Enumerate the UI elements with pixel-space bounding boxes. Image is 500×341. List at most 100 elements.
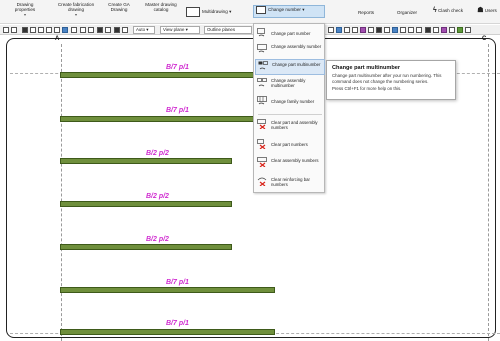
create-ga-drawing-button[interactable]: Create GA Drawing xyxy=(102,2,136,12)
beam[interactable] xyxy=(60,158,232,164)
snap-extra-icon[interactable] xyxy=(465,27,471,33)
menu-item-label: Clear part numbers xyxy=(271,142,308,147)
menu-item-clear-part-and-assembly-numbers[interactable]: Clear part and assembly numbers xyxy=(255,118,325,134)
snap-override-icon[interactable] xyxy=(416,27,422,33)
master-drawing-catalog-button[interactable]: Master drawing catalog xyxy=(142,2,180,12)
outline-planes-select[interactable]: Outline planes xyxy=(204,26,252,34)
users-icon: ☗ xyxy=(477,7,484,14)
beam[interactable] xyxy=(60,72,275,78)
select-cut-icon[interactable] xyxy=(71,27,77,33)
snap-line-icon[interactable] xyxy=(368,27,374,33)
zoom-select[interactable]: Auto ▾ xyxy=(133,26,155,34)
menu-item-change-family-number[interactable]: Change family number xyxy=(255,95,325,109)
search-icon[interactable] xyxy=(3,27,9,33)
menu-item-change-part-number[interactable]: Change part number xyxy=(255,27,325,41)
menu-item-change-assembly-number[interactable]: Change assembly number xyxy=(255,43,325,57)
zoom-select-value: Auto xyxy=(136,27,146,32)
view-toolbar: Auto ▾ View plane ▾ Outline planes xyxy=(0,25,500,35)
select-bolt-icon[interactable] xyxy=(54,27,60,33)
select-surface-icon[interactable] xyxy=(105,27,111,33)
snap-point-icon[interactable] xyxy=(457,27,463,33)
menu-item-clear-assembly-numbers[interactable]: Clear assembly numbers xyxy=(255,156,325,172)
clear-part-and-assembly-numbers-icon xyxy=(257,119,266,129)
snap-nearest-icon[interactable] xyxy=(376,27,382,33)
change-part-multinumber-icon xyxy=(258,61,268,70)
select-plane-icon[interactable] xyxy=(122,27,128,33)
ribbon: Drawing properties ▾ Create fabrication … xyxy=(0,0,500,24)
snap-extension-icon[interactable] xyxy=(400,27,406,33)
beam-label: B/7 p/1 xyxy=(166,279,189,286)
change-assembly-number-icon xyxy=(257,44,267,53)
create-fabrication-drawing-button[interactable]: Create fabrication drawing ▾ xyxy=(54,2,98,17)
snap-perpendicular-icon[interactable] xyxy=(360,27,366,33)
users-button[interactable]: ☗ Users xyxy=(474,7,500,14)
snap-grid-icon[interactable] xyxy=(425,27,431,33)
select-weld-icon[interactable] xyxy=(62,27,68,33)
menu-item-label: Change part number xyxy=(271,31,311,36)
change-part-number-icon xyxy=(257,28,265,37)
snap-free-icon[interactable] xyxy=(408,27,414,33)
reports-button[interactable]: Reports xyxy=(354,10,378,15)
snap-midpoint-icon[interactable] xyxy=(336,27,342,33)
beam[interactable] xyxy=(60,287,275,293)
reports-label: Reports xyxy=(357,10,375,15)
snap-center-icon[interactable] xyxy=(344,27,350,33)
chevron-down-icon: ▾ xyxy=(74,12,77,17)
outline-planes-select-value: Outline planes xyxy=(207,27,236,32)
clash-check-button[interactable]: ϟ Clash check xyxy=(430,7,466,14)
snap-reference-icon[interactable] xyxy=(433,27,439,33)
menu-item-clear-reinforcing-bar-numbers[interactable]: Clear reinforcing bar numbers xyxy=(255,175,325,191)
beam[interactable] xyxy=(60,329,275,335)
menu-separator xyxy=(258,114,322,115)
view-plane-select-value: View plane xyxy=(163,27,185,32)
snap-any-icon[interactable] xyxy=(384,27,390,33)
chevron-down-icon: ▾ xyxy=(23,12,26,17)
tooltip-help-text: Press Ctrl+F1 for more help on this. xyxy=(332,86,402,91)
select-component-icon[interactable] xyxy=(46,27,52,33)
multidrawing-button[interactable]: Multidrawing ▾ xyxy=(186,7,250,17)
snap-intersection-icon[interactable] xyxy=(352,27,358,33)
select-rebar-icon[interactable] xyxy=(97,27,103,33)
beam-label: B/2 p/2 xyxy=(146,150,169,157)
menu-item-label: Clear assembly numbers xyxy=(271,158,319,163)
menu-item-label: Change assembly multinumber xyxy=(271,78,306,88)
clash-check-label: Clash check xyxy=(437,8,464,13)
users-label: Users xyxy=(484,8,497,13)
select-point-icon[interactable] xyxy=(88,27,94,33)
select-grid-icon[interactable] xyxy=(80,27,86,33)
tooltip-description: Change part multinumber after your run n… xyxy=(332,73,442,84)
menu-item-label: Change family number xyxy=(271,99,315,104)
snap-plane-icon[interactable] xyxy=(441,27,447,33)
select-assembly-icon[interactable] xyxy=(38,27,44,33)
tooltip-change-part-multinumber: Change part multinumber Change part mult… xyxy=(326,60,456,100)
menu-item-clear-part-numbers[interactable]: Clear part numbers xyxy=(255,138,325,152)
change-family-number-icon xyxy=(257,96,267,105)
grid-axis-a-label: A xyxy=(55,36,60,42)
clash-check-icon: ϟ xyxy=(432,7,437,14)
organizer-button[interactable]: Organizer xyxy=(392,10,422,15)
select-all-icon[interactable] xyxy=(22,27,28,33)
beam-label: B/7 p/1 xyxy=(166,107,189,114)
create-ga-drawing-label: Create GA Drawing xyxy=(108,2,130,12)
beam-label: B/7 p/1 xyxy=(166,64,189,71)
clear-part-numbers-icon xyxy=(257,139,266,149)
beam[interactable] xyxy=(60,116,275,122)
beam[interactable] xyxy=(60,244,232,250)
change-number-menu: Change part number Change assembly numbe… xyxy=(253,23,325,193)
snap-depth-icon[interactable] xyxy=(449,27,455,33)
menu-item-change-assembly-multinumber[interactable]: Change assembly multinumber xyxy=(255,77,325,91)
change-number-label: Change number xyxy=(268,7,301,13)
beam-label: B/7 p/1 xyxy=(166,320,189,327)
beam[interactable] xyxy=(60,201,232,207)
drawing-properties-button[interactable]: Drawing properties ▾ xyxy=(6,2,44,17)
view-plane-select[interactable]: View plane ▾ xyxy=(160,26,200,34)
select-view-icon[interactable] xyxy=(114,27,120,33)
snap-geometry-icon[interactable] xyxy=(392,27,398,33)
change-number-button[interactable]: Change number ▾ xyxy=(253,5,325,18)
menu-item-label: Clear reinforcing bar numbers xyxy=(271,177,310,187)
zoom-icon[interactable] xyxy=(11,27,17,33)
change-assembly-multinumber-icon xyxy=(257,78,267,87)
snap-endpoint-icon[interactable] xyxy=(328,27,334,33)
menu-item-change-part-multinumber[interactable]: Change part multinumber xyxy=(255,59,325,75)
select-part-icon[interactable] xyxy=(30,27,36,33)
